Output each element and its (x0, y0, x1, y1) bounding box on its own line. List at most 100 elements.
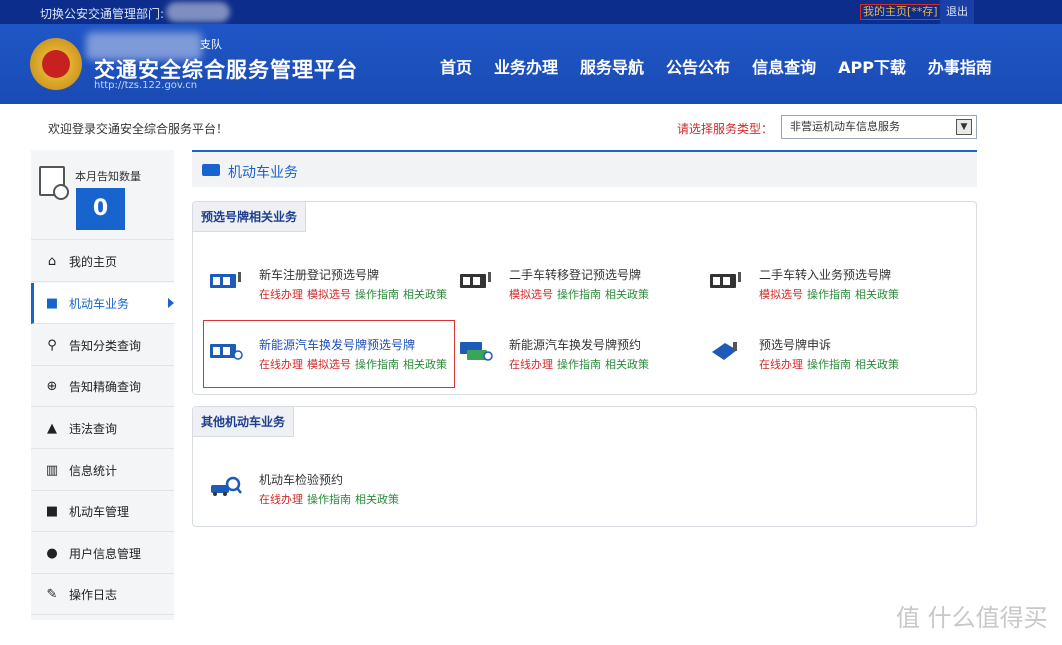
link-guide[interactable]: 操作指南 (807, 288, 851, 301)
search-icon: ⚲ (47, 337, 57, 353)
service-type-select[interactable]: 非营运机动车信息服务 ▼ (781, 115, 977, 139)
notice-count-label: 本月告知数量 (75, 170, 141, 183)
service-links: 模拟选号 操作指南 相关政策 (509, 286, 653, 302)
sidebar-item-user-management[interactable]: ● 用户信息管理 (31, 533, 174, 574)
link-guide[interactable]: 操作指南 (307, 493, 351, 506)
truck-icon: ■ (45, 295, 59, 311)
redacted-dept (166, 2, 230, 22)
link-policy[interactable]: 相关政策 (855, 358, 899, 371)
sidebar-item-exact-query[interactable]: ⊕ 告知精确查询 (31, 366, 174, 407)
service-links: 在线办理 操作指南 相关政策 (759, 356, 903, 372)
link-simulate[interactable]: 模拟选号 (759, 288, 803, 301)
police-emblem-logo (30, 38, 82, 90)
link-guide[interactable]: 操作指南 (355, 288, 399, 301)
license-plate-icon (460, 272, 491, 288)
link-guide[interactable]: 操作指南 (557, 358, 601, 371)
service-links: 在线办理 操作指南 相关政策 (259, 491, 403, 507)
header: 支队 交通安全综合服务管理平台 http://tzs.122.gov.cn 首页… (0, 24, 1062, 104)
link-policy[interactable]: 相关政策 (605, 358, 649, 371)
link-online[interactable]: 在线办理 (759, 358, 803, 371)
service-name: 新车注册登记预选号牌 (259, 268, 380, 282)
sidebar-item-vehicle-business[interactable]: ■ 机动车业务 (31, 283, 174, 324)
service-name: 二手车转移登记预选号牌 (509, 268, 642, 282)
sidebar-item-label: 告知精确查询 (69, 379, 142, 394)
service-nev-plate-appointment[interactable]: 新能源汽车换发号牌预约 在线办理 操作指南 相关政策 (453, 328, 703, 388)
section-title: 机动车业务 (228, 165, 298, 181)
car-inspection-icon (211, 476, 242, 496)
sidebar-item-label: 机动车管理 (69, 504, 130, 519)
link-online[interactable]: 在线办理 (259, 288, 303, 301)
license-plate-icon (210, 272, 241, 288)
logout-button[interactable]: 退出 (940, 0, 974, 24)
appeal-icon (712, 342, 737, 360)
link-policy[interactable]: 相关政策 (855, 288, 899, 301)
link-online[interactable]: 在线办理 (509, 358, 553, 371)
zoom-icon: ⊕ (46, 378, 58, 394)
chart-icon: ▥ (45, 462, 59, 478)
service-name: 二手车转入业务预选号牌 (759, 268, 892, 282)
other-vehicle-panel: 其他机动车业务 机动车检验预约 在线办理 操作指南 相关政策 (192, 406, 977, 527)
sidebar-item-category-query[interactable]: ⚲ 告知分类查询 (31, 325, 174, 366)
truck-icon (202, 164, 220, 176)
sidebar-item-label: 信息统计 (69, 463, 118, 478)
sidebar-item-statistics[interactable]: ▥ 信息统计 (31, 450, 174, 491)
platform-url: http://tzs.122.gov.cn (94, 80, 198, 91)
link-simulate[interactable]: 模拟选号 (307, 288, 351, 301)
sidebar-item-home[interactable]: ⌂ 我的主页 (31, 241, 174, 282)
service-type-label: 请选择服务类型： (677, 122, 774, 136)
service-links: 模拟选号 操作指南 相关政策 (759, 286, 903, 302)
nav-home[interactable]: 首页 (440, 54, 472, 78)
sidebar-item-vehicle-management[interactable]: ■ 机动车管理 (31, 491, 174, 532)
header-subtitle: 支队 (200, 38, 222, 51)
service-used-car-transfer-in[interactable]: 二手车转入业务预选号牌 模拟选号 操作指南 相关政策 (703, 258, 953, 318)
sidebar-item-violation-query[interactable]: ▲ 违法查询 (31, 408, 174, 449)
truck-icon: ■ (45, 503, 59, 519)
link-policy[interactable]: 相关政策 (403, 288, 447, 301)
dept-switch-label[interactable]: 切换公安交通管理部门: (40, 5, 164, 22)
notice-count-card: 本月告知数量 0 (31, 150, 174, 240)
service-name: 预选号牌申诉 (759, 338, 832, 352)
home-icon: ⌂ (47, 253, 57, 269)
link-guide[interactable]: 操作指南 (557, 288, 601, 301)
service-links: 在线办理 模拟选号 操作指南 相关政策 (259, 286, 451, 302)
chevron-down-icon[interactable]: ▼ (956, 119, 972, 135)
log-icon: ✎ (46, 586, 58, 602)
service-links: 在线办理 操作指南 相关政策 (509, 356, 653, 372)
service-vehicle-inspection[interactable]: 机动车检验预约 在线办理 操作指南 相关政策 (203, 463, 453, 523)
watermark: 值 什么值得买 (896, 604, 1048, 632)
service-name: 机动车检验预约 (259, 473, 344, 487)
nav-app-download[interactable]: APP下载 (838, 54, 906, 78)
panel-title: 预选号牌相关业务 (193, 202, 307, 232)
service-new-car-plate[interactable]: 新车注册登记预选号牌 在线办理 模拟选号 操作指南 相关政策 (203, 258, 453, 318)
top-bar: 切换公安交通管理部门: 我的主页[**存] 退出 (0, 0, 1062, 24)
nav-service-guide[interactable]: 服务导航 (580, 54, 644, 78)
sidebar-item-operation-log[interactable]: ✎ 操作日志 (31, 574, 174, 615)
plate-appointment-icon (460, 342, 493, 361)
nav-announcements[interactable]: 公告公布 (666, 54, 730, 78)
link-guide[interactable]: 操作指南 (807, 358, 851, 371)
nav-info-query[interactable]: 信息查询 (752, 54, 816, 78)
service-plate-appeal[interactable]: 预选号牌申诉 在线办理 操作指南 相关政策 (703, 328, 953, 388)
nav-guide[interactable]: 办事指南 (928, 54, 992, 78)
link-policy[interactable]: 相关政策 (605, 288, 649, 301)
sidebar-item-label: 违法查询 (69, 421, 118, 436)
service-name: 新能源汽车换发号牌预约 (509, 338, 642, 352)
service-used-car-transfer[interactable]: 二手车转移登记预选号牌 模拟选号 操作指南 相关政策 (453, 258, 703, 318)
link-online[interactable]: 在线办理 (259, 493, 303, 506)
document-icon (39, 166, 69, 200)
my-home-link[interactable]: 我的主页[**存] (860, 4, 941, 20)
section-header: 机动车业务 (192, 150, 977, 187)
highlight-box (203, 320, 455, 388)
license-plate-icon (710, 272, 741, 288)
warning-icon: ▲ (47, 420, 57, 436)
sidebar-item-label: 机动车业务 (69, 296, 130, 311)
panel-title: 其他机动车业务 (193, 407, 295, 437)
link-policy[interactable]: 相关政策 (355, 493, 399, 506)
link-simulate[interactable]: 模拟选号 (509, 288, 553, 301)
sidebar-item-label: 用户信息管理 (69, 546, 142, 561)
user-icon: ● (46, 545, 58, 561)
main-nav: 首页 业务办理 服务导航 公告公布 信息查询 APP下载 办事指南 (440, 54, 1014, 78)
sidebar: 本月告知数量 0 ⌂ 我的主页 ■ 机动车业务 ⚲ 告知分类查询 ⊕ 告知精确查… (31, 150, 174, 620)
nav-business[interactable]: 业务办理 (494, 54, 558, 78)
sidebar-item-label: 我的主页 (69, 254, 118, 269)
